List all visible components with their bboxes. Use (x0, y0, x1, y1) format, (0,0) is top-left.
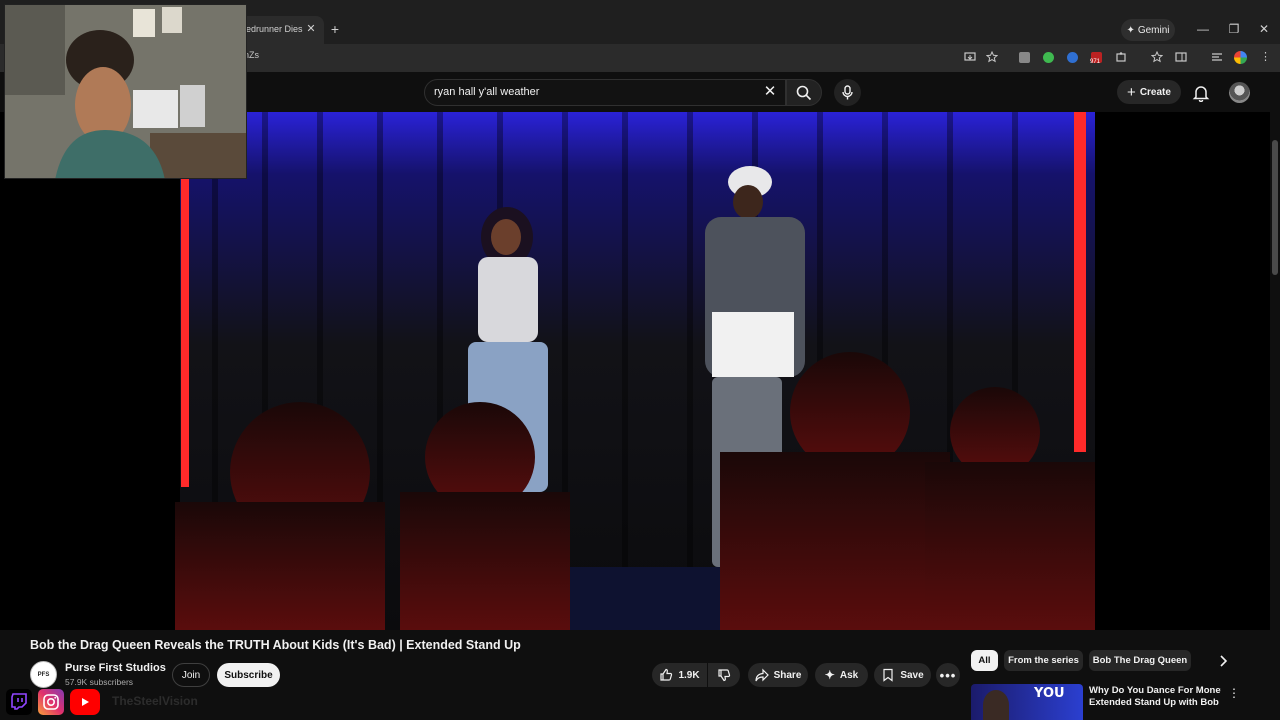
thumbs-down-icon (718, 669, 731, 682)
profile-icon[interactable] (1234, 51, 1247, 64)
video-frame (175, 112, 1095, 630)
share-label: Share (773, 669, 802, 681)
ask-label: Ask (839, 669, 859, 681)
ask-button[interactable]: ✦ Ask (815, 663, 868, 687)
new-tab-button[interactable]: + (328, 21, 342, 37)
chip-bob-the-drag-queen[interactable]: Bob The Drag Queen (1089, 650, 1191, 671)
restore-icon[interactable]: ❐ (1227, 22, 1241, 36)
gemini-button[interactable]: ✦ Gemini (1121, 19, 1175, 41)
create-button[interactable]: + Create (1117, 80, 1181, 104)
subscribe-button[interactable]: Subscribe (217, 663, 280, 687)
thumbnail-person (983, 690, 1009, 720)
social-handle: TheSteelVision (112, 694, 198, 708)
sparkle-icon: ✦ (1126, 24, 1135, 36)
search-query: ryan hall y'all weather (434, 86, 540, 98)
save-bookmark-icon (883, 668, 893, 682)
puzzle-icon[interactable] (1115, 51, 1127, 63)
create-label: Create (1139, 86, 1171, 98)
power-extension-icon[interactable] (1043, 52, 1054, 63)
video-player[interactable] (0, 112, 1270, 630)
youtube-play-glyph (82, 698, 89, 706)
install-app-icon[interactable] (964, 51, 976, 63)
side-panel-icon[interactable] (1175, 51, 1187, 63)
bookmark-star-icon[interactable] (986, 51, 998, 63)
screen: edrunner Dies ✕ + ✦ Gemini — ❐ ✕ nZs 971… (0, 0, 1280, 720)
scrollbar-thumb[interactable] (1272, 140, 1278, 275)
video-title: Bob the Drag Queen Reveals the TRUTH Abo… (30, 638, 521, 652)
subscriber-count: 57.9K subscribers (65, 677, 134, 687)
search-icon (796, 85, 812, 101)
more-vertical-icon[interactable]: ⋮ (1228, 686, 1240, 700)
recommendation-title-line2: Extended Stand Up with Bob t (1089, 697, 1221, 708)
microphone-icon (842, 85, 853, 100)
search-button[interactable] (786, 79, 822, 106)
audio-extension-icon[interactable] (1067, 52, 1078, 63)
window-close-icon[interactable]: ✕ (1257, 22, 1271, 36)
instagram-logo-glyph (43, 694, 59, 710)
recommendation-title[interactable]: Why Do You Dance For Money? Extended Sta… (1089, 685, 1221, 709)
tab-title: edrunner Dies (246, 24, 303, 34)
channel-avatar[interactable]: PFS (30, 661, 57, 688)
plus-icon: + (1127, 83, 1136, 101)
extension-badge: 971 (1090, 59, 1101, 65)
chip-from-the-series[interactable]: From the series (1004, 650, 1083, 671)
bookmarks-icon[interactable] (1151, 51, 1163, 63)
account-avatar[interactable] (1229, 82, 1250, 103)
chevron-right-icon[interactable] (1215, 653, 1231, 669)
like-count: 1.9K (678, 669, 700, 681)
recommendation-title-line1: Why Do You Dance For Money? (1089, 685, 1221, 696)
save-button[interactable]: Save (874, 663, 931, 687)
join-button[interactable]: Join (172, 663, 210, 687)
reading-list-icon[interactable] (1211, 51, 1223, 63)
dislike-button[interactable] (708, 663, 740, 687)
browser-menu-icon[interactable]: ⋮ (1260, 50, 1271, 63)
share-arrow-icon (754, 668, 769, 682)
webcam-image (5, 5, 246, 178)
streamer-webcam (4, 4, 247, 179)
sparkle-icon: ✦ (824, 668, 835, 682)
instagram-icon (38, 689, 64, 715)
like-button[interactable]: 1.9K (652, 663, 707, 687)
clear-search-icon[interactable]: ✕ (760, 82, 780, 100)
share-button[interactable]: Share (748, 663, 808, 687)
notifications-bell-icon[interactable] (1192, 84, 1210, 102)
more-horizontal-icon: ••• (939, 667, 957, 683)
voice-search-button[interactable] (834, 79, 861, 106)
recommendation-thumbnail[interactable] (971, 684, 1083, 720)
save-label: Save (900, 669, 924, 681)
tab-close-icon[interactable]: ✕ (305, 22, 317, 35)
gemini-label: Gemini (1137, 24, 1170, 36)
twitch-icon (6, 689, 32, 715)
thumbnail-text: YOU (1034, 686, 1065, 701)
extension-icon[interactable] (1019, 52, 1030, 63)
minimize-icon[interactable]: — (1196, 22, 1210, 36)
twitch-logo-glyph (11, 693, 27, 710)
youtube-icon (70, 689, 100, 715)
channel-name[interactable]: Purse First Studios (65, 662, 166, 674)
more-actions-button[interactable]: ••• (936, 663, 960, 687)
thumbs-up-icon (660, 668, 673, 681)
chip-all[interactable]: All (971, 650, 998, 671)
